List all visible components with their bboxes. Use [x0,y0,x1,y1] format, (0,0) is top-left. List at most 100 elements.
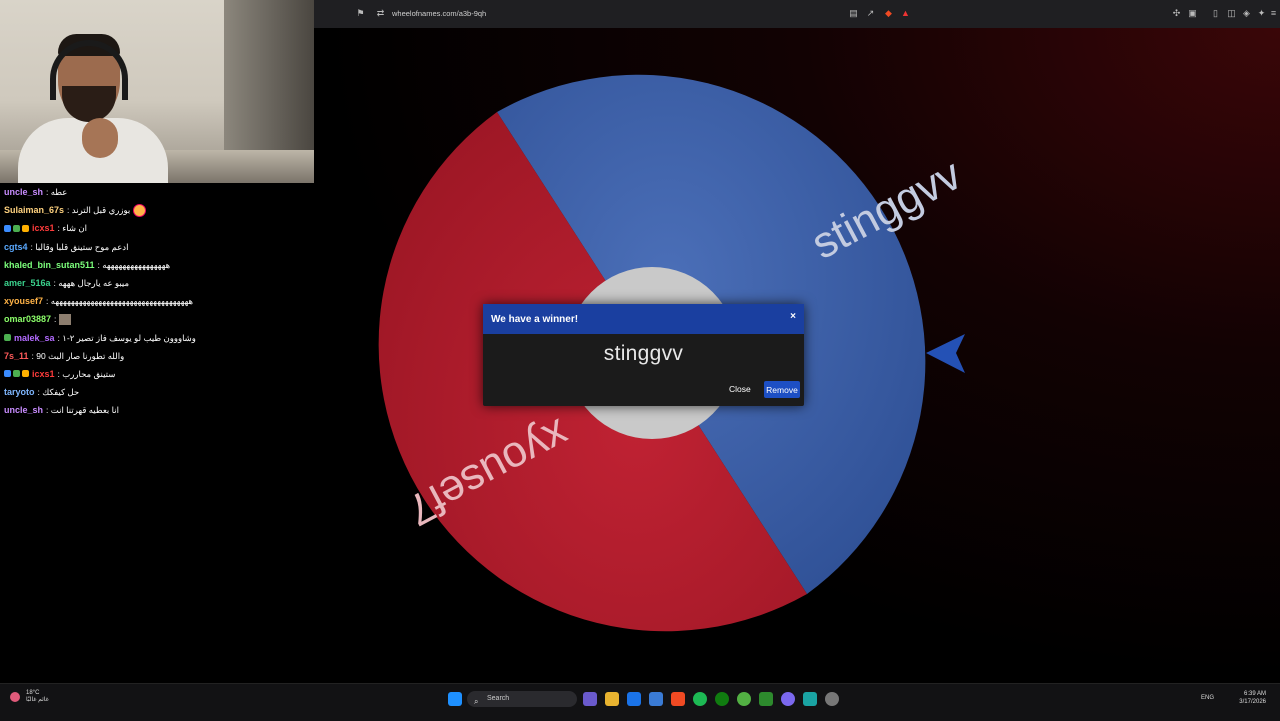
file-explorer-icon[interactable] [605,692,619,706]
start-icon[interactable] [448,692,462,706]
obs-icon[interactable] [781,692,795,706]
dialog-header: We have a winner! × [483,304,804,334]
chat-username: 7s_11 [4,350,29,361]
dialog-title: We have a winner! [491,313,579,325]
chat-message: khaled_bin_sutan511: ههههههههههههههههه [0,256,314,274]
chat-text: : ميبو عه يارجال هههه [53,278,130,289]
chat-username: Sulaiman_67s [4,205,65,216]
chat-text: : ههههههههههههههههه [97,259,171,270]
remove-button[interactable]: Remove [764,381,800,398]
store-icon[interactable] [649,692,663,706]
share-icon[interactable]: ↗ [866,9,875,18]
streamer-hand [82,118,118,158]
wallet-icon[interactable]: ◫ [1227,9,1236,18]
app-icon[interactable] [803,692,817,706]
wheel-pointer-icon [926,334,965,373]
weather-desc: غائم غالبًا [26,697,49,703]
emote-icon [59,313,72,325]
taskbar-search[interactable]: ⌕ Search [467,691,577,707]
xbox-icon[interactable] [715,692,729,706]
chat-text: : عطه [46,187,68,198]
chat-text: : بوزري قبل الترند [67,205,131,216]
language-indicator[interactable]: ENG [1201,695,1214,701]
chat-message: uncle_sh: عطه [0,183,314,201]
weather-icon[interactable] [10,692,20,702]
weather-widget[interactable]: 18°C غائم غالبًا [26,690,49,704]
chat-text: : انا بعطيه قهرتنا انت [46,405,119,416]
chat-badges [4,224,29,232]
chat-username: uncle_sh [4,405,44,416]
clock-time: 6:39 AM [1243,691,1266,697]
chat-text: : هههههههههههههههههههههههههههههههههههه [46,296,194,307]
close-icon[interactable]: × [790,312,796,322]
chat-badges [4,370,29,378]
stream-chat: uncle_sh: عطه Sulaiman_67s: بوزري قبل الت… [0,183,314,683]
badge-icon [4,334,11,342]
badge-icon [13,224,20,232]
brave-rewards-icon[interactable]: ▲ [901,9,910,18]
winner-name: stinggvv [603,342,684,365]
leo-icon[interactable]: ✦ [1257,9,1266,18]
chat-username: icxs1 [32,368,55,379]
webcam-feed [0,0,314,183]
chat-text: : [54,314,57,325]
clock-date: 3/17/2026 [1239,699,1266,705]
chat-message: 7s_11: والله تطورنا صار البث 90 [0,347,314,365]
brave-browser-icon[interactable] [671,692,685,706]
chat-message: xyousef7: هههههههههههههههههههههههههههههه… [0,292,314,310]
game-pass-icon[interactable] [759,692,773,706]
site-settings-icon[interactable]: ⇄ [376,9,385,18]
chat-badges [4,334,11,342]
chat-username: icxs1 [32,223,55,234]
chat-text: : وشاووون طيب لو يوسف فاز تصير ٢-١ [57,332,196,343]
menu-icon[interactable]: ≡ [1269,9,1278,18]
chat-text: : ادعم موح ستينق قلبا وقالبا [30,241,129,252]
tab-search-icon[interactable]: ▣ [1188,9,1197,18]
badge-icon [4,224,11,232]
extensions-icon[interactable]: ✣ [1172,9,1181,18]
bookmark-icon[interactable]: ⚑ [356,9,365,18]
chat-username: khaled_bin_sutan511 [4,259,95,270]
chat-message: omar03887: [0,310,314,328]
chat-message: icxs1: ستينق محاررب [0,365,314,383]
chat-text: : حل كيفكك [37,387,80,398]
badge-icon [22,224,29,232]
weather-temp: 18°C [26,690,40,696]
chat-message: icxs1: ان شاء [0,219,314,237]
copilot-icon[interactable] [583,692,597,706]
xbox-app-icon[interactable] [737,692,751,706]
chat-username: cgts4 [4,241,28,252]
chat-message: cgts4: ادعم موح ستينق قلبا وقالبا [0,238,314,256]
badge-icon [4,370,11,378]
chat-username: xyousef7 [4,296,44,307]
chrome-icon[interactable] [825,692,839,706]
address-bar[interactable]: wheelofnames.com/a3b-9qh [392,9,486,18]
windows-taskbar: 18°C غائم غالبًا ⌕ Search ENG 6:39 AM 3/… [0,683,1280,721]
badge-icon [13,370,20,378]
vpn-icon[interactable]: ◈ [1242,9,1251,18]
chat-username: amer_516a [4,278,51,289]
chat-message: taryoto: حل كيفكك [0,383,314,401]
chat-text: : ستينق محاررب [57,368,116,379]
brave-shield-icon[interactable]: ◆ [884,9,893,18]
reader-mode-icon[interactable]: ▤ [849,9,858,18]
emoji-icon [133,203,147,217]
chat-text: : ان شاء [57,223,87,234]
close-button[interactable]: Close [729,384,751,394]
browser-toolbar: ⚑ ⇄ wheelofnames.com/a3b-9qh ▤ ↗ ◆ ▲ ✣ ▣… [314,0,1280,29]
badge-icon [22,370,29,378]
spotify-icon[interactable] [693,692,707,706]
chat-text: : والله تطورنا صار البث 90 [31,350,125,361]
chat-username: taryoto [4,387,35,398]
chat-message: amer_516a: ميبو عه يارجال هههه [0,274,314,292]
chat-username: uncle_sh [4,187,44,198]
sidebar-icon[interactable]: ▯ [1211,9,1220,18]
system-clock[interactable]: 6:39 AM 3/17/2026 [1239,690,1266,706]
chat-message: malek_sa: وشاووون طيب لو يوسف فاز تصير ٢… [0,329,314,347]
search-label: Search [487,695,510,702]
search-icon: ⌕ [474,697,479,706]
outlook-icon[interactable] [627,692,641,706]
chat-username: omar03887 [4,314,52,325]
chat-message: uncle_sh: انا بعطيه قهرتنا انت [0,401,314,419]
winner-dialog: We have a winner! × stinggvv Close Remov… [483,304,804,406]
